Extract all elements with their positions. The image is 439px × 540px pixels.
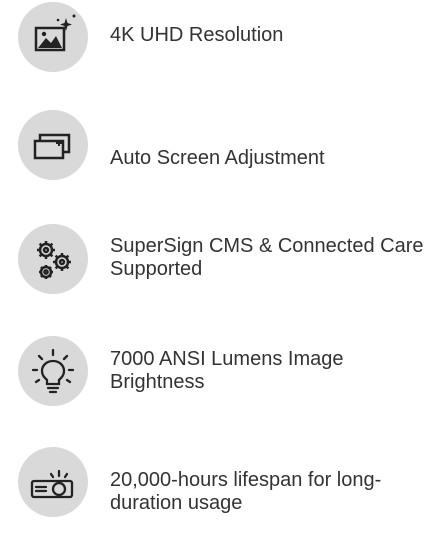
- feature-item: SuperSign CMS & Connected Care Supported: [18, 224, 428, 294]
- feature-list: 4K UHD Resolution Auto Screen Adjustment: [0, 0, 439, 540]
- image-sparkle-icon: [18, 2, 88, 72]
- feature-item: Auto Screen Adjustment: [18, 110, 428, 180]
- projector-icon: [18, 447, 88, 517]
- feature-label: 7000 ANSI Lumens Image Brightness: [110, 348, 344, 393]
- feature-item: 4K UHD Resolution: [18, 2, 428, 72]
- feature-item: 20,000-hours lifespan for long-duration …: [18, 447, 428, 517]
- screen-adjust-icon: [18, 110, 88, 180]
- feature-label: SuperSign CMS & Connected Care Supported: [110, 235, 424, 280]
- gears-icon: [18, 224, 88, 294]
- feature-label: Auto Screen Adjustment: [110, 146, 325, 169]
- feature-item: 7000 ANSI Lumens Image Brightness: [18, 336, 428, 406]
- feature-label: 4K UHD Resolution: [110, 23, 284, 46]
- lightbulb-icon: [18, 336, 88, 406]
- feature-label: 20,000-hours lifespan for long-duration …: [110, 469, 382, 514]
